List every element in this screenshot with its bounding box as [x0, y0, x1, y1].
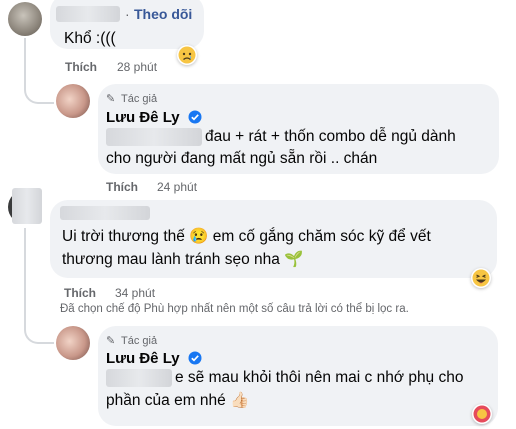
author-avatar[interactable]: [56, 326, 90, 360]
reply-text-line1: đau + rát + thốn combo dễ ngủ dành: [205, 128, 456, 145]
reply-text-line1: e sẽ mau khỏi thôi nên mai c nhớ phụ cho: [175, 369, 464, 386]
separator-dot: ·: [125, 6, 130, 22]
comment-text: Khổ :(((: [64, 30, 116, 47]
reply-text-line2: phần của em nhé 👍🏻: [106, 392, 250, 409]
comment-text-line1: Ui trời thương thế 😢 em cố gắng chăm sóc…: [62, 228, 431, 245]
like-link[interactable]: Thích: [64, 286, 96, 300]
redacted-name: [60, 206, 150, 220]
author-badge: Tác giả: [121, 93, 158, 105]
redacted-mention: [106, 128, 202, 146]
redacted-mention: [106, 369, 172, 387]
thread-connector: [24, 300, 54, 344]
reply-text-line2: cho người đang mất ngủ sẵn rồi .. chán: [106, 150, 378, 167]
filter-notice: Đã chọn chế độ Phù hợp nhất nên một số c…: [60, 303, 409, 315]
haha-reaction-icon[interactable]: [471, 268, 491, 288]
author-avatar[interactable]: [56, 84, 90, 118]
sad-reaction-icon[interactable]: [177, 45, 197, 65]
author-name[interactable]: Lưu Đê Ly: [106, 109, 180, 126]
author-name[interactable]: Lưu Đê Ly: [106, 350, 180, 367]
comment-time[interactable]: 34 phút: [115, 286, 155, 300]
thread-connector: [24, 72, 54, 104]
author-pen-icon: ✎: [106, 93, 116, 105]
like-reaction-icon[interactable]: [472, 404, 492, 424]
follow-link[interactable]: Theo dõi: [134, 6, 192, 22]
commenter-avatar[interactable]: [8, 2, 42, 36]
author-pen-icon: ✎: [106, 335, 116, 347]
comment-text-line2: thương mau lành tránh sẹo nha 🌱: [62, 251, 304, 268]
comment-time[interactable]: 28 phút: [117, 60, 157, 74]
thread-line: [24, 228, 26, 308]
reply-time[interactable]: 24 phút: [157, 180, 197, 194]
author-badge: Tác giả: [121, 335, 158, 347]
verified-badge-icon: [188, 110, 202, 129]
redacted-avatar: [12, 188, 42, 224]
like-link[interactable]: Thích: [65, 60, 97, 74]
like-link[interactable]: Thích: [106, 180, 138, 194]
redacted-name: [56, 6, 120, 22]
